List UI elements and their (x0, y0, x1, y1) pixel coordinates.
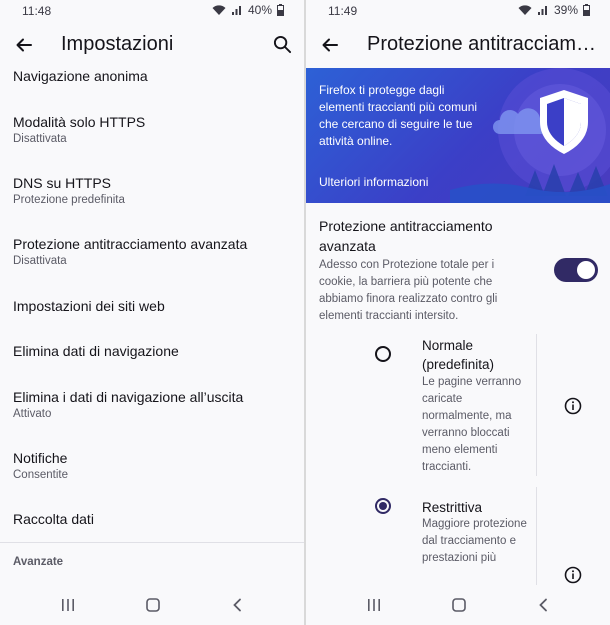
setting-subtitle: Disattivata (13, 133, 67, 145)
back-button[interactable] (314, 29, 346, 61)
setting-title: Raccolta dati (13, 511, 94, 527)
option-description: Maggiore protezione dal tracciamento e p… (422, 518, 527, 564)
home-icon (146, 598, 160, 612)
search-icon (273, 35, 291, 53)
radio-strict[interactable] (375, 498, 391, 514)
setting-https-only[interactable]: Modalità solo HTTPS Disattivata (0, 114, 304, 145)
wifi-icon (518, 5, 532, 15)
setting-tracking-protection[interactable]: Protezione antitracciamento avanzata Dis… (0, 236, 304, 267)
info-icon (564, 566, 582, 584)
setting-subtitle: Protezione predefinita (13, 194, 125, 206)
system-back-button[interactable] (228, 597, 248, 613)
tracking-protection-setting: Protezione antitracciamento avanzata Ade… (319, 216, 539, 325)
learn-more-link[interactable]: Ulteriori informazioni (319, 175, 428, 189)
page-title: Protezione antitracciamento avanzata (367, 33, 597, 55)
section-divider (0, 542, 304, 543)
home-icon (452, 598, 466, 612)
setting-title: Protezione antitracciamento avanzata (13, 236, 248, 252)
battery-percent: 40% (247, 3, 272, 17)
status-bar: 11:49 39% (306, 0, 610, 22)
option-divider (536, 334, 537, 476)
arrow-back-icon (322, 38, 338, 52)
arrow-back-icon (16, 38, 32, 52)
recent-apps-icon (62, 599, 74, 611)
section-header-advanced: Avanzate (13, 556, 64, 568)
app-bar: Protezione antitracciamento avanzata (306, 22, 610, 68)
setting-subtitle: Attivato (13, 408, 52, 420)
info-button-strict[interactable] (564, 566, 582, 584)
home-button[interactable] (449, 597, 469, 613)
banner-text: Firefox ti protegge dagli elementi tracc… (319, 83, 478, 148)
recent-apps-button[interactable] (58, 597, 78, 613)
option-title: Normale (predefinita) (422, 338, 495, 372)
chevron-left-icon (539, 598, 547, 612)
setting-subtitle: Disattivata (13, 255, 67, 267)
app-bar: Impostazioni (0, 22, 304, 68)
home-button[interactable] (143, 597, 163, 613)
signal-icon (231, 6, 241, 15)
setting-private-browsing[interactable]: Navigazione anonima (0, 68, 304, 84)
system-nav-bar (306, 585, 610, 625)
battery-icon (277, 4, 284, 16)
wifi-icon (212, 5, 226, 15)
search-button[interactable] (266, 28, 298, 60)
status-time: 11:49 (328, 4, 358, 18)
setting-title: Modalità solo HTTPS (13, 114, 146, 130)
protection-banner: Firefox ti protegge dagli elementi tracc… (306, 68, 610, 203)
settings-screen: 11:48 40% Impostazioni Navigazione anoni… (0, 0, 304, 625)
page-title: Impostazioni (61, 33, 174, 55)
setting-delete-data-on-quit[interactable]: Elimina i dati di navigazione all’uscita… (0, 389, 304, 420)
setting-notifications[interactable]: Notifiche Consentite (0, 450, 304, 481)
setting-site-permissions[interactable]: Impostazioni dei siti web (0, 298, 304, 314)
setting-title: Elimina i dati di navigazione all’uscita (13, 389, 244, 405)
status-bar: 11:48 40% (0, 0, 304, 22)
info-icon (564, 397, 582, 415)
etp-title: Protezione antitracciamento avanzata (319, 218, 493, 254)
setting-title: Notifiche (13, 450, 68, 466)
recent-apps-icon (368, 599, 380, 611)
setting-subtitle: Consentite (13, 469, 68, 481)
battery-icon (583, 4, 590, 16)
setting-dns-over-https[interactable]: DNS su HTTPS Protezione predefinita (0, 175, 304, 206)
setting-title: Navigazione anonima (13, 68, 148, 84)
battery-percent: 39% (553, 3, 578, 17)
setting-title: Elimina dati di navigazione (13, 343, 179, 359)
tracking-protection-screen: 11:49 39% Protezione antitracciamento av… (306, 0, 610, 625)
option-title: Restrittiva (422, 500, 483, 515)
info-button-standard[interactable] (564, 397, 582, 415)
back-button[interactable] (8, 29, 40, 61)
option-divider (536, 487, 537, 585)
recent-apps-button[interactable] (364, 597, 384, 613)
tracking-protection-toggle[interactable] (554, 258, 598, 282)
setting-delete-browsing-data[interactable]: Elimina dati di navigazione (0, 343, 304, 359)
option-description: Le pagine verranno caricate normalmente,… (422, 376, 522, 473)
system-nav-bar (0, 585, 304, 625)
chevron-left-icon (233, 598, 241, 612)
setting-title: DNS su HTTPS (13, 175, 112, 191)
setting-data-collection[interactable]: Raccolta dati (0, 511, 304, 527)
radio-standard[interactable] (375, 346, 391, 362)
toggle-knob (577, 261, 595, 279)
status-time: 11:48 (22, 4, 52, 18)
signal-icon (537, 6, 547, 15)
setting-title: Impostazioni dei siti web (13, 298, 165, 314)
etp-description: Adesso con Protezione totale per i cooki… (319, 259, 498, 322)
system-back-button[interactable] (534, 597, 554, 613)
